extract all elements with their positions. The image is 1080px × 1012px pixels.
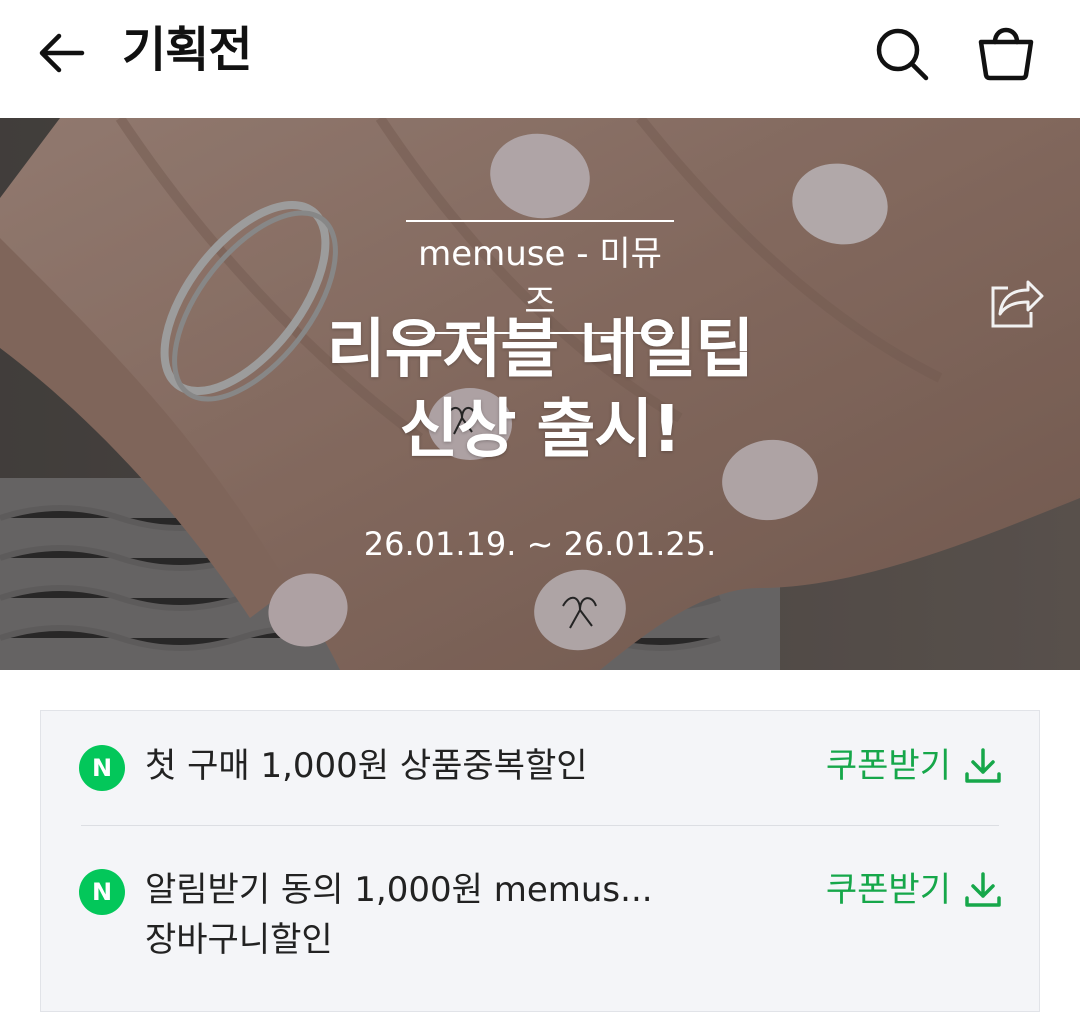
download-icon — [965, 748, 1001, 783]
download-coupon-label: 쿠폰받기 — [825, 870, 951, 910]
hero-banner[interactable]: memuse - 미뮤즈 리유저블 네일팁 신상 출시! 26.01.19. ~… — [0, 118, 1080, 670]
search-icon — [876, 28, 929, 81]
shopping-bag-button[interactable] — [976, 20, 1036, 82]
page-title: 기획전 — [122, 22, 252, 78]
download-coupon-label: 쿠폰받기 — [825, 746, 951, 786]
coupon-title-line1: 첫 구매 1,000원 상품중복할인 — [145, 746, 588, 786]
coupon-title-line1: 알림받기 동의 1,000원 memus... — [145, 870, 653, 910]
search-button[interactable] — [872, 24, 932, 84]
coupon-item: N 첫 구매 1,000원 상품중복할인 쿠폰받기 — [41, 711, 1039, 825]
coupon-title: 알림받기 동의 1,000원 memus... 장바구니할인 — [145, 865, 665, 965]
coupon-section: N 첫 구매 1,000원 상품중복할인 쿠폰받기 N 알림받기 동의 1,00… — [0, 670, 1080, 1012]
coupon-title: 첫 구매 1,000원 상품중복할인 — [145, 741, 665, 791]
download-coupon-button[interactable]: 쿠폰받기 — [826, 865, 1003, 915]
top-bar: 기획전 — [0, 0, 1080, 118]
naver-n-icon: N — [79, 869, 125, 915]
back-button[interactable] — [34, 30, 90, 76]
hero-title-line2: 신상 출시! — [399, 393, 682, 467]
download-coupon-button[interactable]: 쿠폰받기 — [826, 741, 1003, 791]
coupon-item: N 알림받기 동의 1,000원 memus... 장바구니할인 쿠폰받기 — [41, 825, 1039, 985]
shopping-bag-icon — [978, 27, 1034, 81]
hero-title-line1: 리유저블 네일팁 — [326, 313, 754, 387]
naver-n-icon: N — [79, 745, 125, 791]
coupon-title-line2: 장바구니할인 — [145, 920, 333, 960]
event-date-range: 26.01.19. ~ 26.01.25. — [363, 525, 717, 563]
hero-title: 리유저블 네일팁 신상 출시! — [0, 310, 1080, 470]
coupon-list: N 첫 구매 1,000원 상품중복할인 쿠폰받기 N 알림받기 동의 1,00… — [40, 710, 1040, 1012]
download-icon — [965, 872, 1001, 907]
back-arrow-icon — [39, 33, 85, 73]
